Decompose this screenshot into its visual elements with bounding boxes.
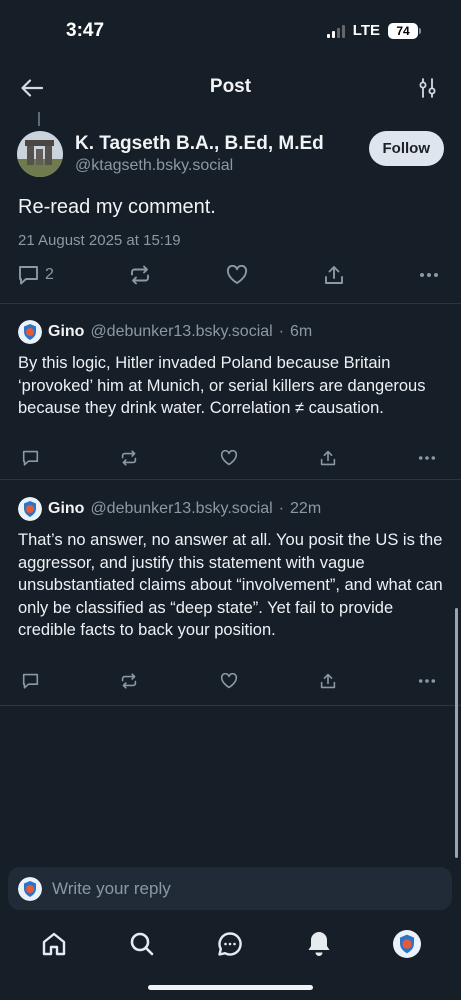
scrollbar[interactable]: [455, 608, 458, 858]
heart-icon: [220, 673, 237, 689]
repost-icon: [122, 673, 137, 689]
reply-author-handle[interactable]: @debunker13.bsky.social: [90, 323, 272, 341]
like-button[interactable]: [226, 265, 248, 285]
reply-separator-dot: ·: [278, 323, 285, 340]
thread-connector: [38, 112, 40, 126]
share-icon: [320, 673, 335, 689]
post-date: 21 August 2025 at 15:19: [18, 232, 181, 249]
reply-actions: [18, 673, 439, 689]
reply-author-name[interactable]: Gino: [48, 500, 84, 518]
more-button[interactable]: [415, 455, 439, 461]
author-name[interactable]: K. Tagseth B.A., B.Ed, M.Ed: [75, 133, 324, 155]
reply-post[interactable]: Gino @debunker13.bsky.social · 6m By thi…: [18, 320, 443, 420]
sliders-icon: [419, 78, 436, 98]
tab-bar: [0, 924, 461, 964]
more-icon: [418, 456, 436, 460]
more-button[interactable]: [415, 678, 439, 684]
share-icon: [320, 450, 335, 466]
search-icon: [130, 932, 154, 956]
reply-composer[interactable]: [8, 867, 452, 910]
reply-author-avatar[interactable]: [18, 320, 42, 344]
status-time: 3:47: [66, 20, 105, 41]
comment-icon: [22, 673, 38, 689]
post-text: Re-read my comment.: [18, 196, 216, 218]
signal-icon: [326, 24, 345, 38]
heart-icon: [220, 450, 237, 466]
thread-settings-button[interactable]: [415, 74, 441, 102]
comment-icon: [19, 266, 38, 285]
more-icon: [419, 273, 438, 277]
more-icon: [418, 679, 436, 683]
reply-button[interactable]: [18, 450, 42, 466]
reply-actions: [18, 450, 439, 466]
reply-input[interactable]: [52, 878, 392, 899]
like-button[interactable]: [217, 673, 241, 689]
comment-icon: [22, 450, 38, 466]
reply-header: Gino @debunker13.bsky.social · 6m: [18, 320, 443, 344]
my-avatar: [18, 876, 42, 901]
home-indicator[interactable]: [148, 985, 313, 990]
battery-icon: 74: [388, 22, 421, 39]
share-button[interactable]: [316, 673, 340, 689]
follow-button[interactable]: Follow: [368, 131, 444, 166]
heart-icon: [227, 265, 248, 284]
status-indicators: LTE 74: [326, 22, 421, 39]
reply-author-avatar[interactable]: [18, 497, 42, 521]
home-icon: [42, 932, 66, 956]
page-title: Post: [209, 76, 252, 97]
divider: [0, 705, 461, 706]
reply-age: 6m: [290, 323, 313, 340]
reply-header: Gino @debunker13.bsky.social · 22m: [18, 497, 443, 521]
repost-button[interactable]: [129, 265, 151, 285]
reply-button[interactable]: 2: [18, 265, 54, 285]
repost-button[interactable]: [117, 450, 141, 466]
chat-icon: [218, 932, 243, 956]
more-button[interactable]: [419, 272, 439, 278]
tab-notifications[interactable]: [297, 924, 341, 964]
share-button[interactable]: [316, 450, 340, 466]
reply-count: 2: [45, 266, 54, 283]
battery-level: 74: [388, 22, 418, 39]
post-actions: 2: [18, 262, 439, 288]
reply-text: That’s no answer, no answer at all. You …: [18, 531, 443, 639]
share-icon: [324, 266, 343, 284]
reply-button[interactable]: [18, 673, 42, 689]
tab-home[interactable]: [32, 924, 76, 964]
repost-button[interactable]: [117, 673, 141, 689]
reply-separator-dot: ·: [278, 500, 285, 517]
author-handle[interactable]: @ktagseth.bsky.social: [75, 157, 233, 175]
repost-icon: [131, 265, 150, 285]
share-button[interactable]: [324, 265, 344, 285]
tab-profile[interactable]: [385, 924, 429, 964]
tab-search[interactable]: [120, 924, 164, 964]
divider: [0, 479, 461, 480]
bell-icon: [308, 932, 330, 956]
reply-post[interactable]: Gino @debunker13.bsky.social · 22m That’…: [18, 497, 443, 642]
reply-age: 22m: [290, 500, 322, 517]
reply-author-name[interactable]: Gino: [48, 323, 84, 341]
author-avatar[interactable]: [17, 131, 63, 177]
divider: [0, 303, 461, 304]
reply-author-handle[interactable]: @debunker13.bsky.social: [90, 500, 272, 518]
repost-icon: [122, 450, 137, 466]
tab-chat[interactable]: [208, 924, 252, 964]
reply-text: By this logic, Hitler invaded Poland bec…: [18, 354, 426, 417]
profile-avatar: [392, 930, 421, 958]
network-label: LTE: [352, 22, 380, 39]
like-button[interactable]: [217, 450, 241, 466]
